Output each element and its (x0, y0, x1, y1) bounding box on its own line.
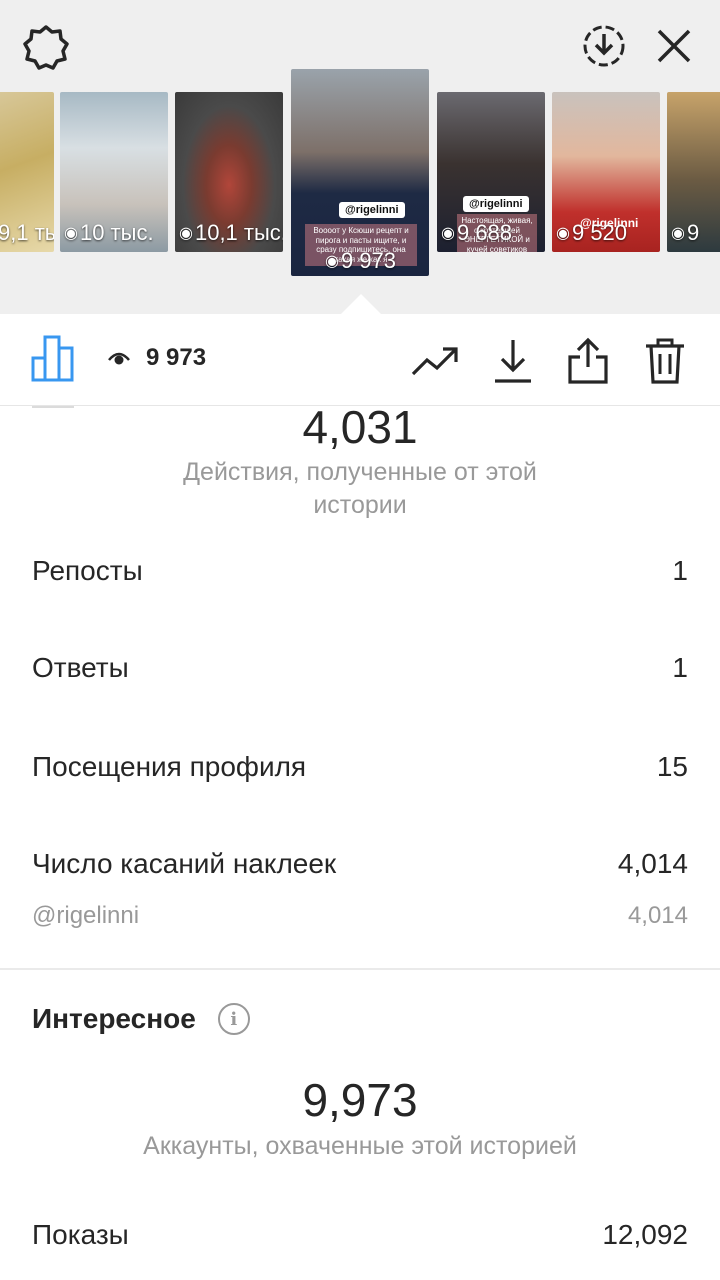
stat-row-reposts: Репосты 1 (32, 555, 688, 587)
views-count-label: 9 973 (146, 344, 207, 371)
stat-label: Ответы (32, 652, 129, 683)
insights-toolbar: 9 973 (0, 314, 720, 406)
stat-row-profile-visits: Посещения профиля 15 (32, 751, 688, 783)
download-circle-icon (583, 25, 625, 67)
settings-button[interactable] (20, 22, 72, 74)
story-views: ◉ 9 (671, 220, 700, 245)
download-icon (495, 340, 531, 383)
stat-label: Посещения профиля (32, 751, 307, 782)
share-icon (568, 337, 608, 384)
settings-icon (23, 25, 69, 70)
story-thumbnail[interactable]: @rigelinni ◉ 9 520 (552, 92, 660, 252)
trash-icon (646, 338, 684, 384)
share-button[interactable] (563, 336, 613, 386)
stat-row-sticker-taps: Число касаний наклеек 4,014 (32, 848, 688, 880)
stat-row-replies: Ответы 1 (32, 652, 688, 684)
close-icon (657, 29, 691, 63)
stat-sublabel: @rigelinni (32, 902, 140, 929)
section-title-text: Интересное (32, 1003, 196, 1034)
story-views: ◉ 9 973 (325, 248, 397, 273)
reach-value: 9,973 (302, 1074, 418, 1126)
story-thumbnail[interactable]: 9,1 тыс. (0, 92, 54, 252)
stat-label: Число касаний наклеек (32, 848, 337, 879)
eye-icon: ◉ (556, 225, 570, 242)
delete-button[interactable] (640, 336, 690, 386)
section-title-discovery: Интересное i (32, 1003, 250, 1035)
stat-value: 1 (672, 652, 688, 683)
bar-chart-icon (31, 335, 74, 382)
reach-caption: Аккаунты, охваченные этой историей (143, 1132, 577, 1160)
actions-value: 4,031 (302, 401, 418, 453)
eye-icon: ◉ (441, 225, 455, 242)
story-thumbnail[interactable]: ◉ 9 (667, 92, 720, 252)
stat-value: 4,014 (617, 848, 688, 879)
eye-icon (108, 352, 130, 365)
stat-label: Репосты (32, 555, 143, 586)
insights-tab[interactable] (30, 334, 76, 387)
actions-caption: Действия, полученные от этой истории (183, 458, 537, 519)
close-button[interactable] (650, 20, 698, 72)
mention-sticker[interactable]: @rigelinni (463, 196, 529, 212)
stat-value: 12,092 (602, 1219, 688, 1250)
trending-icon (411, 347, 458, 376)
stat-subrow-mention: @rigelinni 4,014 (32, 902, 688, 930)
viewers-count[interactable]: 9 973 (108, 344, 206, 372)
story-thumbnail-selected[interactable]: @rigelinni Воооот у Ксюши рецепт и пирог… (291, 69, 429, 276)
stat-value: 1 (672, 555, 688, 586)
section-divider (0, 968, 720, 970)
selected-story-pointer (341, 294, 381, 314)
stat-label: Показы (32, 1219, 129, 1250)
stat-row-impressions: Показы 12,092 (32, 1219, 688, 1251)
story-views: ◉ 9 688 (441, 220, 513, 245)
stat-subvalue: 4,014 (627, 902, 688, 929)
story-viewer: 9,1 тыс. ◉ 10 тыс. ◉ 10,1 тыс. @rigelinn… (0, 0, 720, 314)
story-thumbnail[interactable]: @rigelinni Настоящая, живая, с крутейшей… (437, 92, 545, 252)
story-thumbnail[interactable]: ◉ 10,1 тыс. (175, 92, 283, 252)
story-views: 9,1 тыс. (0, 220, 54, 245)
save-story-button[interactable] (578, 20, 630, 72)
eye-icon: ◉ (179, 225, 193, 242)
story-views: ◉ 9 520 (556, 220, 628, 245)
eye-icon: ◉ (64, 225, 78, 242)
story-views: ◉ 10,1 тыс. (179, 220, 283, 245)
stories-strip: 9,1 тыс. ◉ 10 тыс. ◉ 10,1 тыс. @rigelinn… (0, 68, 720, 288)
download-button[interactable] (488, 336, 538, 386)
stat-value: 15 (656, 751, 688, 782)
story-views: ◉ 10 тыс. (64, 220, 154, 245)
eye-icon: ◉ (325, 253, 339, 270)
eye-icon: ◉ (671, 225, 685, 242)
info-icon[interactable]: i (217, 1003, 250, 1035)
mention-sticker[interactable]: @rigelinni (339, 202, 405, 218)
story-thumbnail[interactable]: ◉ 10 тыс. (60, 92, 168, 252)
promote-button[interactable] (410, 336, 460, 386)
